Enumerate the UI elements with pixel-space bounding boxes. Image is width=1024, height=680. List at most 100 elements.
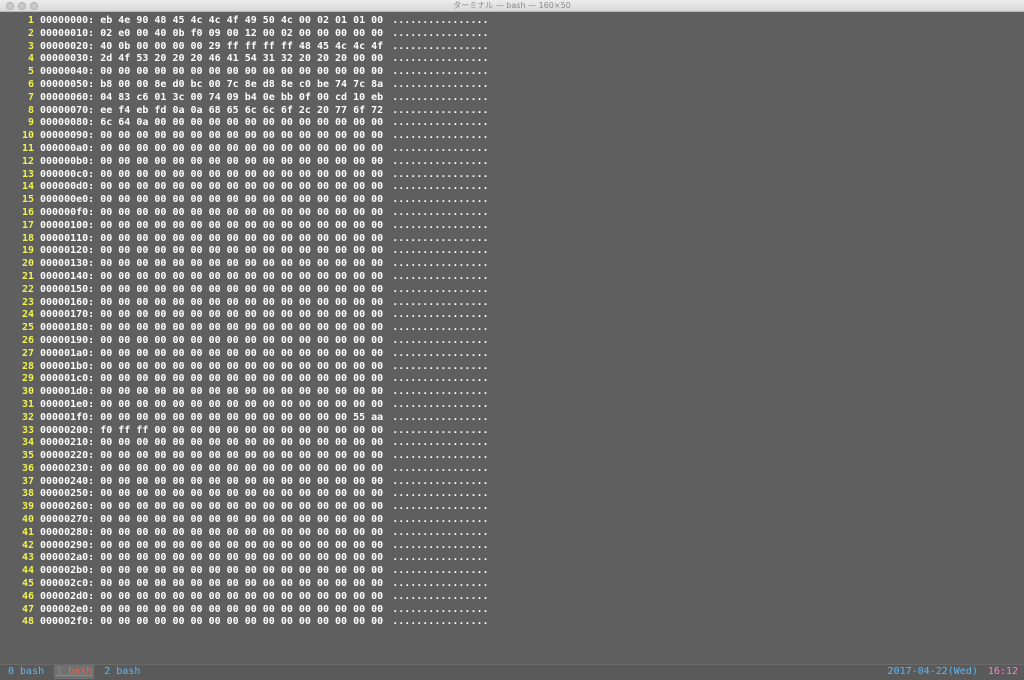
line-number: 28 — [21, 360, 34, 372]
line-number: 42 — [21, 539, 34, 551]
hex-offset: 00000010: — [40, 27, 95, 39]
hex-offset: 00000120: — [40, 245, 95, 257]
line-number: 10 — [21, 130, 34, 142]
hexdump-line: 4 00000030: 2d 4f 53 20 20 20 46 41 54 31… — [0, 53, 1024, 66]
hexdump-line: 33 00000200: f0 ff ff 00 00 00 00 00 00 0… — [0, 425, 1024, 438]
title-bar[interactable]: ターミナル — bash — 160×50 — [0, 0, 1024, 12]
hex-bytes: f0 ff ff 00 00 00 00 00 00 00 00 00 00 0… — [100, 424, 384, 436]
hex-offset: 00000150: — [40, 283, 95, 295]
hex-bytes: 00 00 00 00 00 00 00 00 00 00 00 00 00 0… — [100, 258, 384, 270]
hexdump-line: 1 00000000: eb 4e 90 48 45 4c 4c 4f 49 50… — [0, 15, 1024, 28]
hex-offset: 00000290: — [40, 539, 95, 551]
line-number: 21 — [21, 270, 34, 282]
ascii-column: ................ — [392, 462, 489, 474]
hexdump-line: 37 00000240: 00 00 00 00 00 00 00 00 00 0… — [0, 476, 1024, 489]
line-number: 8 — [27, 104, 34, 116]
hex-offset: 000000d0: — [40, 181, 95, 193]
ascii-column: ................ — [392, 616, 489, 628]
hex-bytes: 00 00 00 00 00 00 00 00 00 00 00 00 00 0… — [100, 334, 384, 346]
terminal-content[interactable]: 1 00000000: eb 4e 90 48 45 4c 4c 4f 49 50… — [0, 12, 1024, 664]
hexdump-line: 14 000000d0: 00 00 00 00 00 00 00 00 00 0… — [0, 181, 1024, 194]
hex-bytes: 00 00 00 00 00 00 00 00 00 00 00 00 00 0… — [100, 565, 384, 577]
hexdump-line: 32 000001f0: 00 00 00 00 00 00 00 00 00 0… — [0, 412, 1024, 425]
terminal-window: ターミナル — bash — 160×50 1 00000000: eb 4e 9… — [0, 0, 1024, 680]
hex-bytes: 00 00 00 00 00 00 00 00 00 00 00 00 00 0… — [100, 245, 384, 257]
tmux-status-bar: 0 bash 1 bash 2 bash 2017-04-22(Wed) 16:12 — [0, 664, 1024, 680]
line-number: 46 — [21, 590, 34, 602]
status-date: 2017-04-22(Wed) — [887, 666, 978, 677]
hex-bytes: 00 00 00 00 00 00 00 00 00 00 00 00 00 0… — [100, 526, 384, 538]
ascii-column: ................ — [392, 78, 489, 90]
hexdump-line: 22 00000150: 00 00 00 00 00 00 00 00 00 0… — [0, 284, 1024, 297]
ascii-column: ................ — [392, 386, 489, 398]
hexdump-line: 3 00000020: 40 0b 00 00 00 00 29 ff ff ff… — [0, 41, 1024, 54]
hex-bytes: 00 00 00 00 00 00 00 00 00 00 00 00 00 0… — [100, 360, 384, 372]
ascii-column: ................ — [392, 27, 489, 39]
line-number: 41 — [21, 526, 34, 538]
hexdump-line: 16 000000f0: 00 00 00 00 00 00 00 00 00 0… — [0, 207, 1024, 220]
hex-offset: 000002c0: — [40, 578, 95, 590]
line-number: 40 — [21, 514, 34, 526]
hexdump-line: 6 00000050: b8 00 00 8e d0 bc 00 7c 8e d8… — [0, 79, 1024, 92]
hexdump-line: 34 00000210: 00 00 00 00 00 00 00 00 00 0… — [0, 437, 1024, 450]
ascii-column: ................ — [392, 155, 489, 167]
hex-bytes: 40 0b 00 00 00 00 29 ff ff ff ff 48 45 4… — [100, 40, 384, 52]
line-number: 44 — [21, 565, 34, 577]
hex-offset: 00000270: — [40, 514, 95, 526]
hexdump-line: 39 00000260: 00 00 00 00 00 00 00 00 00 0… — [0, 501, 1024, 514]
hexdump-line: 12 000000b0: 00 00 00 00 00 00 00 00 00 0… — [0, 156, 1024, 169]
hex-bytes: 02 e0 00 40 0b f0 09 00 12 00 02 00 00 0… — [100, 27, 384, 39]
hex-bytes: 00 00 00 00 00 00 00 00 00 00 00 00 00 0… — [100, 142, 384, 154]
hexdump-line: 9 00000080: 6c 64 0a 00 00 00 00 00 00 00… — [0, 117, 1024, 130]
window-tab-2[interactable]: 2 bash — [104, 665, 140, 679]
hexdump-line: 31 000001e0: 00 00 00 00 00 00 00 00 00 0… — [0, 399, 1024, 412]
line-number: 47 — [21, 603, 34, 615]
hex-bytes: 00 00 00 00 00 00 00 00 00 00 00 00 00 0… — [100, 219, 384, 231]
hex-bytes: 00 00 00 00 00 00 00 00 00 00 00 00 00 0… — [100, 232, 384, 244]
hexdump-line: 26 00000190: 00 00 00 00 00 00 00 00 00 0… — [0, 335, 1024, 348]
hex-bytes: 00 00 00 00 00 00 00 00 00 00 00 00 00 0… — [100, 590, 384, 602]
line-number: 15 — [21, 194, 34, 206]
line-number: 27 — [21, 347, 34, 359]
line-number: 23 — [21, 296, 34, 308]
ascii-column: ................ — [392, 411, 489, 423]
hex-offset: 00000000: — [40, 15, 95, 26]
ascii-column: ................ — [392, 194, 489, 206]
hex-bytes: 00 00 00 00 00 00 00 00 00 00 00 00 00 0… — [100, 450, 384, 462]
line-number: 43 — [21, 552, 34, 564]
ascii-column: ................ — [392, 347, 489, 359]
ascii-column: ................ — [392, 578, 489, 590]
hexdump-line: 5 00000040: 00 00 00 00 00 00 00 00 00 00… — [0, 66, 1024, 79]
hex-offset: 00000030: — [40, 53, 95, 65]
line-number: 19 — [21, 245, 34, 257]
line-number: 35 — [21, 450, 34, 462]
ascii-column: ................ — [392, 142, 489, 154]
hex-offset: 00000080: — [40, 117, 95, 129]
hex-offset: 00000020: — [40, 40, 95, 52]
hex-bytes: b8 00 00 8e d0 bc 00 7c 8e d8 8e c0 be 7… — [100, 78, 384, 90]
hex-offset: 000000f0: — [40, 206, 95, 218]
line-number: 9 — [27, 117, 34, 129]
ascii-column: ................ — [392, 539, 489, 551]
hex-bytes: 00 00 00 00 00 00 00 00 00 00 00 00 00 0… — [100, 194, 384, 206]
ascii-column: ................ — [392, 373, 489, 385]
hex-bytes: 00 00 00 00 00 00 00 00 00 00 00 00 00 0… — [100, 66, 384, 78]
hex-offset: 00000040: — [40, 66, 95, 78]
ascii-column: ................ — [392, 270, 489, 282]
hexdump-line: 18 00000110: 00 00 00 00 00 00 00 00 00 0… — [0, 233, 1024, 246]
window-tab-1[interactable]: 1 bash — [54, 665, 95, 679]
hex-offset: 00000200: — [40, 424, 95, 436]
line-number: 37 — [21, 475, 34, 487]
hex-offset: 00000210: — [40, 437, 95, 449]
window-tab-0[interactable]: 0 bash — [8, 665, 44, 679]
hex-offset: 00000130: — [40, 258, 95, 270]
ascii-column: ................ — [392, 590, 489, 602]
line-number: 4 — [27, 53, 34, 65]
hex-offset: 00000160: — [40, 296, 95, 308]
line-number: 16 — [21, 206, 34, 218]
ascii-column: ................ — [392, 398, 489, 410]
hex-bytes: 00 00 00 00 00 00 00 00 00 00 00 00 00 0… — [100, 514, 384, 526]
hex-bytes: 00 00 00 00 00 00 00 00 00 00 00 00 00 0… — [100, 475, 384, 487]
hexdump-line: 15 000000e0: 00 00 00 00 00 00 00 00 00 0… — [0, 194, 1024, 207]
hex-offset: 000001a0: — [40, 347, 95, 359]
